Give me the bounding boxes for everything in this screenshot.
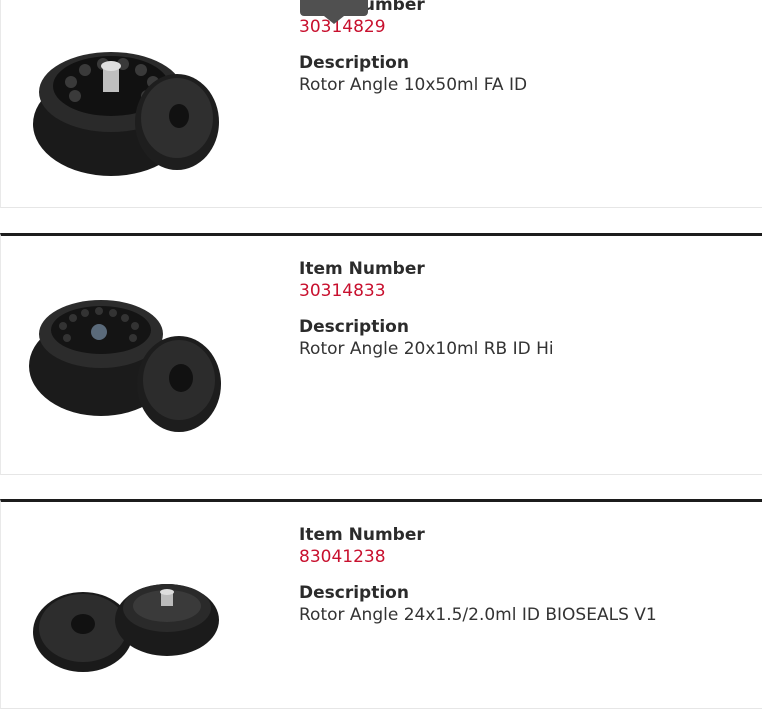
rotor-image[interactable] [1, 522, 271, 722]
description-text: Rotor Angle 24x1.5/2.0ml ID BIOSEALS V1 [299, 605, 657, 625]
rotor-image[interactable] [1, 0, 271, 194]
tooltip-pointer [300, 0, 368, 24]
item-number-link[interactable]: 83041238 [299, 546, 657, 568]
description-text: Rotor Angle 10x50ml FA ID [299, 75, 528, 95]
description-label: Description [299, 53, 409, 73]
item-number-label: Item Number [299, 525, 425, 545]
item-number-link[interactable]: 30314833 [299, 280, 554, 302]
product-info: Item Number 30314833 Description Rotor A… [299, 258, 554, 360]
description-label: Description [299, 317, 409, 337]
product-card[interactable]: Item Number 30314829 Description Rotor A… [0, 0, 762, 208]
item-number-label: Item Number [299, 259, 425, 279]
rotor-image[interactable] [1, 256, 271, 456]
product-info: Item Number 83041238 Description Rotor A… [299, 524, 657, 626]
product-card[interactable]: Item Number 83041238 Description Rotor A… [0, 499, 762, 709]
product-card[interactable]: Item Number 30314833 Description Rotor A… [0, 233, 762, 475]
description-text: Rotor Angle 20x10ml RB ID Hi [299, 339, 554, 359]
description-label: Description [299, 583, 409, 603]
